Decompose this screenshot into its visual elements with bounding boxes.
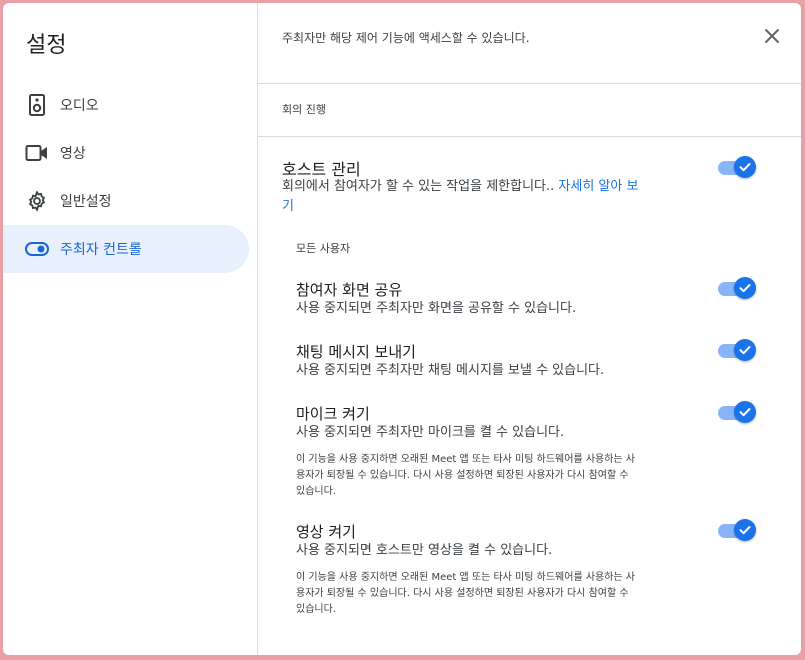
check-icon [734,156,756,178]
sidebar-item-general[interactable]: 일반설정 [3,177,249,225]
sidebar-item-label: 일반설정 [60,194,112,210]
check-icon [734,401,756,423]
microphone-toggle[interactable] [718,401,756,425]
divider [258,136,801,137]
setting-desc: 사용 중지되면 주최자만 채팅 메시지를 보낼 수 있습니다. [296,363,605,378]
check-icon [734,339,756,361]
sidebar-item-label: 오디오 [60,98,99,114]
sidebar-item-audio[interactable]: 오디오 [3,81,249,129]
sidebar-item-label: 영상 [60,146,86,162]
gear-icon [24,188,50,214]
chat-toggle[interactable] [718,339,756,363]
host-management-desc-text: 회의에서 참여자가 할 수 있는 작업을 제한합니다.. [282,179,559,194]
host-management-desc: 회의에서 참여자가 할 수 있는 작업을 제한합니다.. 자세히 알아 보기 [282,177,702,217]
setting-title: 채팅 메시지 보내기 [296,343,416,361]
setting-title: 마이크 켜기 [296,405,370,423]
host-management-toggle[interactable] [718,156,756,180]
sidebar: 설정 오디오 영상 일반설정 주최자 컨트롤 [3,3,257,655]
speaker-icon [24,92,50,118]
section-label: 회의 진행 [282,103,326,116]
setting-note-line: 용자가 퇴장될 수 있습니다. 다시 사용 설정하면 퇴장된 사용자가 다시 참… [296,588,629,599]
close-button[interactable] [761,25,783,47]
setting-note-line: 있습니다. [296,604,336,615]
setting-desc: 사용 중지되면 주최자만 마이크를 켤 수 있습니다. [296,425,565,440]
sidebar-title: 설정 [26,33,67,58]
main-panel: 주최자만 해당 제어 기능에 액세스할 수 있습니다. 회의 진행 호스트 관리… [258,3,801,655]
header-text: 주최자만 해당 제어 기능에 액세스할 수 있습니다. [282,31,530,45]
check-icon [734,277,756,299]
setting-note-line: 이 기능을 사용 중지하면 오래된 Meet 앱 또는 타사 미팅 하드웨어를 … [296,572,635,583]
setting-note-line: 있습니다. [296,486,336,497]
learn-more-link-cont[interactable]: 기 [282,199,294,214]
setting-desc: 사용 중지되면 주최자만 화면을 공유할 수 있습니다. [296,301,577,316]
settings-dialog: 설정 오디오 영상 일반설정 주최자 컨트롤 주최자만 해당 제어 기능에 액세… [3,3,801,655]
video-toggle[interactable] [718,519,756,543]
setting-note: 이 기능을 사용 중지하면 오래된 Meet 앱 또는 타사 미팅 하드웨어를 … [296,570,635,618]
toggle-icon [24,236,50,262]
setting-desc: 사용 중지되면 호스트만 영상을 켤 수 있습니다. [296,543,553,558]
sidebar-item-host-controls[interactable]: 주최자 컨트롤 [3,225,249,273]
setting-note: 이 기능을 사용 중지하면 오래된 Meet 앱 또는 타사 미팅 하드웨어를 … [296,452,635,500]
all-users-label: 모든 사용자 [296,242,351,255]
video-camera-icon [24,140,50,166]
setting-title: 영상 켜기 [296,523,356,541]
screen-share-toggle[interactable] [718,277,756,301]
setting-note-line: 이 기능을 사용 중지하면 오래된 Meet 앱 또는 타사 미팅 하드웨어를 … [296,454,635,465]
learn-more-link[interactable]: 자세히 알아 보 [558,179,638,194]
divider [258,83,801,84]
sidebar-item-video[interactable]: 영상 [3,129,249,177]
setting-note-line: 용자가 퇴장될 수 있습니다. 다시 사용 설정하면 퇴장된 사용자가 다시 참… [296,470,629,481]
close-icon [765,29,779,43]
check-icon [734,519,756,541]
setting-title: 참여자 화면 공유 [296,281,403,299]
sidebar-item-label: 주최자 컨트롤 [60,242,142,258]
